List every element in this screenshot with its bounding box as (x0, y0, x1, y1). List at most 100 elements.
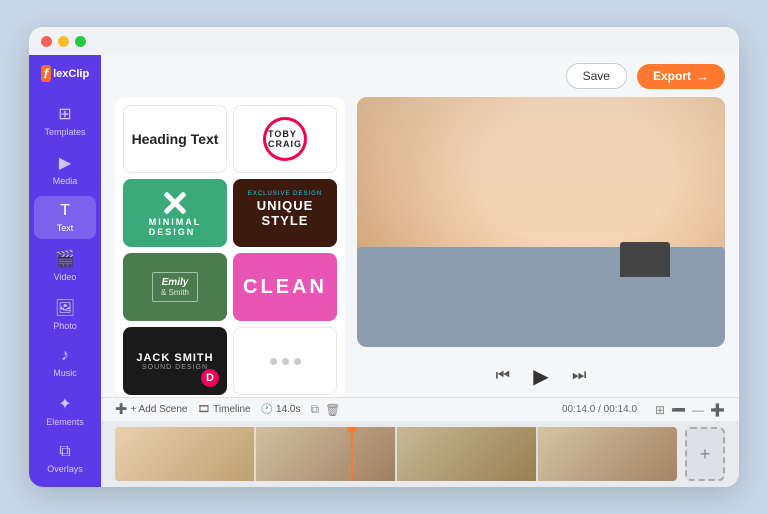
overlays-label: Overlays (47, 464, 83, 474)
filmstrip[interactable] (115, 427, 677, 481)
close-dot[interactable] (41, 36, 52, 47)
logo-f: f (41, 65, 51, 82)
delete-icon[interactable]: 🗑 (325, 403, 340, 417)
main-content: Save Export → Heading Text (101, 55, 739, 487)
preview-area: ⏮ ▶ ⏭ (357, 97, 725, 397)
maximize-dot[interactable] (75, 36, 86, 47)
filmstrip-area: + (101, 421, 739, 487)
sidebar-item-bkground[interactable]: ⬜ BKground (34, 484, 96, 487)
emily-frame: Emily & Smith (152, 272, 198, 302)
text-card-more[interactable] (233, 327, 337, 395)
skip-forward-button[interactable]: ⏭ (570, 365, 588, 387)
timeline-label: Timeline (213, 404, 250, 415)
export-arrow-icon: → (696, 69, 709, 84)
text-panel: Heading Text TOBYCRAIG (115, 97, 345, 397)
jack-d: D (206, 372, 214, 384)
copy-icon[interactable]: ⧉ (311, 402, 320, 417)
app-logo: f lexClip (41, 65, 89, 82)
x-shape-icon (161, 189, 189, 217)
timeline-controls: ⧉ 🗑 (311, 402, 341, 417)
minimize-dot[interactable] (58, 36, 69, 47)
play-button[interactable]: ▶ (526, 361, 556, 391)
text-label: Text (57, 223, 74, 233)
text-card-emily[interactable]: Emily & Smith (123, 253, 227, 321)
video-label: Video (54, 272, 77, 282)
dot-2 (282, 358, 289, 365)
fit-icon[interactable]: ⊞ (655, 403, 665, 417)
sidebar-item-music[interactable]: ♪ Music (34, 341, 96, 384)
time-display: 00:14.0 / 00:14.0 (562, 404, 637, 415)
text-card-heading[interactable]: Heading Text (123, 105, 227, 173)
text-card-unique[interactable]: EXCLUSIVE DESIGN UNIQUE STYLE (233, 179, 337, 247)
sidebar-item-media[interactable]: ▶ Media (34, 147, 96, 192)
music-icon: ♪ (61, 347, 69, 365)
emily-name2: & Smith (161, 288, 189, 297)
dot-1 (270, 358, 277, 365)
logo-text: lexClip (53, 68, 89, 80)
text-card-toby[interactable]: TOBYCRAIG (233, 105, 337, 173)
export-button[interactable]: Export → (637, 64, 725, 89)
dot-3 (294, 358, 301, 365)
skip-back-button[interactable]: ⏮ (494, 365, 512, 387)
zoom-in-icon[interactable]: ➕ (710, 403, 725, 417)
sidebar-item-elements[interactable]: ✦ Elements (34, 388, 96, 433)
music-label: Music (53, 368, 77, 378)
current-time: 00:14.0 / 00:14.0 (562, 404, 637, 415)
media-icon: ▶ (59, 153, 71, 173)
app-window: f lexClip ⊞ Templates ▶ Media T Text 🎬 V… (29, 27, 739, 487)
timeline-bar: ➕ + Add Scene 🎞 Timeline 🕐 14.0s ⧉ 🗑 00:… (101, 397, 739, 421)
titlebar (29, 27, 739, 55)
sidebar-item-text[interactable]: T Text (34, 196, 96, 239)
jack-inner: JACK SMITH Sound Design (136, 352, 213, 371)
jack-circle: D (201, 369, 219, 387)
add-scene-button[interactable]: ➕ + Add Scene (115, 404, 187, 415)
media-label: Media (53, 176, 78, 186)
editor-area: Heading Text TOBYCRAIG (101, 97, 739, 397)
heading-text-label: Heading Text (132, 131, 219, 147)
toby-arc-bottom (263, 117, 307, 161)
add-clip-icon: + (700, 444, 711, 465)
zoom-out-icon[interactable]: ➖ (671, 403, 686, 417)
minimal-label: MINIMALDESIGN (149, 217, 202, 237)
playhead[interactable] (351, 427, 353, 481)
save-button[interactable]: Save (566, 63, 627, 89)
film-frame-2 (256, 427, 395, 481)
toby-circle: TOBYCRAIG (263, 117, 307, 161)
minimal-inner: MINIMALDESIGN (149, 189, 202, 237)
add-scene-label: + Add Scene (130, 404, 187, 415)
text-card-jack[interactable]: JACK SMITH Sound Design D (123, 327, 227, 395)
jack-subtitle: Sound Design (136, 364, 213, 371)
duration-value: 14.0s (276, 404, 300, 415)
top-bar: Save Export → (101, 55, 739, 97)
clean-text: CLEAN (243, 276, 327, 299)
text-icon: T (60, 202, 70, 220)
video-preview (357, 97, 725, 347)
jack-name: JACK SMITH (136, 352, 213, 364)
unique-subtitle: EXCLUSIVE DESIGN (233, 191, 337, 197)
app-body: f lexClip ⊞ Templates ▶ Media T Text 🎬 V… (29, 55, 739, 487)
zoom-bar-icon: — (692, 403, 704, 417)
overlays-icon: ⧉ (59, 443, 70, 461)
elements-label: Elements (46, 417, 84, 427)
film-frame-3 (397, 427, 536, 481)
video-controls: ⏮ ▶ ⏭ (357, 355, 725, 397)
sidebar-item-photo[interactable]: 🖼 Photo (34, 292, 96, 337)
duration-display: 🕐 14.0s (261, 404, 301, 415)
emily-name: Emily (161, 277, 189, 288)
elements-icon: ✦ (58, 394, 71, 414)
templates-label: Templates (44, 127, 85, 137)
toby-inner: TOBYCRAIG (263, 117, 307, 161)
scene-background (357, 97, 725, 347)
text-card-clean[interactable]: CLEAN (233, 253, 337, 321)
templates-icon: ⊞ (58, 104, 71, 124)
timeline-toggle-button[interactable]: 🎞 Timeline (197, 404, 250, 415)
timeline-icon: 🎞 (197, 404, 210, 415)
sidebar-item-templates[interactable]: ⊞ Templates (34, 98, 96, 143)
text-card-minimal[interactable]: MINIMALDESIGN (123, 179, 227, 247)
photo-label: Photo (53, 321, 77, 331)
sidebar-item-video[interactable]: 🎬 Video (34, 243, 96, 288)
sidebar-item-overlays[interactable]: ⧉ Overlays (34, 437, 96, 480)
export-label: Export (653, 69, 691, 83)
add-clip-button[interactable]: + (685, 427, 725, 481)
unique-text: UNIQUE STYLE (233, 198, 337, 228)
